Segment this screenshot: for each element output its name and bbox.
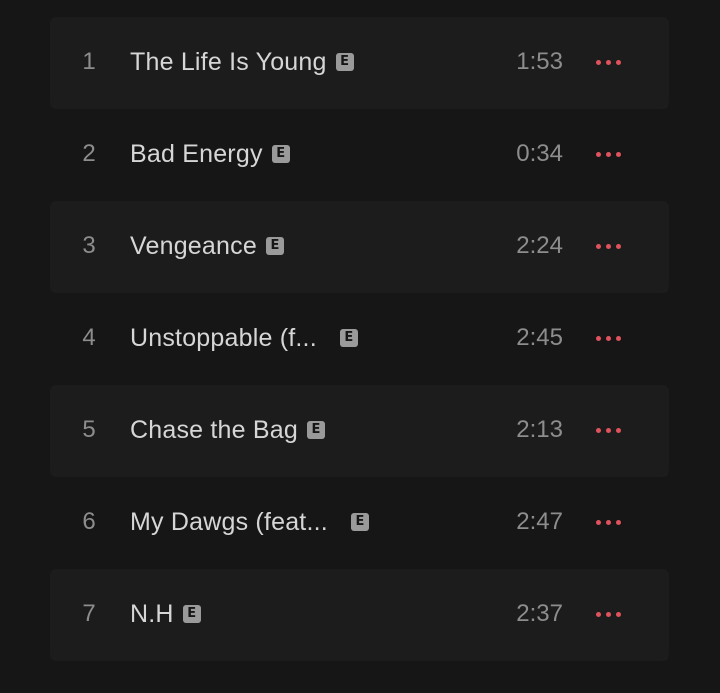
more-horizontal-icon <box>605 335 611 341</box>
tracklist: 1 The Life Is Young E 1:53 2 Bad Energy … <box>50 17 669 661</box>
track-number: 5 <box>82 416 96 443</box>
more-horizontal-icon <box>615 335 621 341</box>
track-title-group: Chase the Bag E <box>130 385 325 475</box>
track-row[interactable]: 4 Unstoppable (f... E 2:45 <box>50 293 669 385</box>
explicit-icon: E <box>335 53 354 71</box>
explicit-icon: E <box>339 329 358 347</box>
more-horizontal-icon <box>595 611 601 617</box>
more-horizontal-icon <box>615 427 621 433</box>
explicit-icon: E <box>350 513 369 531</box>
track-duration: 0:34 <box>516 140 563 167</box>
more-horizontal-icon <box>605 243 611 249</box>
track-number: 4 <box>82 324 96 351</box>
more-horizontal-icon <box>595 151 601 157</box>
track-duration: 2:47 <box>516 508 563 535</box>
track-number: 6 <box>82 508 96 535</box>
more-horizontal-icon <box>615 151 621 157</box>
track-title: My Dawgs (feat... <box>130 507 328 536</box>
track-duration: 2:45 <box>516 324 563 351</box>
track-row[interactable]: 2 Bad Energy E 0:34 <box>50 109 669 201</box>
track-row[interactable]: 7 N.H E 2:37 <box>50 569 669 661</box>
track-row[interactable]: 6 My Dawgs (feat... E 2:47 <box>50 477 669 569</box>
more-horizontal-icon <box>615 519 621 525</box>
track-row[interactable]: 3 Vengeance E 2:24 <box>50 201 669 293</box>
track-title-group: Unstoppable (f... E <box>130 293 358 383</box>
track-title: N.H <box>130 599 174 628</box>
track-title: The Life Is Young <box>130 47 327 76</box>
more-options-button[interactable] <box>588 599 628 629</box>
more-horizontal-icon <box>615 59 621 65</box>
more-horizontal-icon <box>605 427 611 433</box>
more-horizontal-icon <box>595 243 601 249</box>
more-options-button[interactable] <box>588 415 628 445</box>
track-title-group: My Dawgs (feat... E <box>130 477 369 567</box>
track-number: 2 <box>82 140 96 167</box>
explicit-icon: E <box>271 145 290 163</box>
more-options-button[interactable] <box>588 139 628 169</box>
more-options-button[interactable] <box>588 323 628 353</box>
track-row[interactable]: 5 Chase the Bag E 2:13 <box>50 385 669 477</box>
more-horizontal-icon <box>595 335 601 341</box>
track-number: 7 <box>82 600 96 627</box>
explicit-icon: E <box>182 605 201 623</box>
more-horizontal-icon <box>605 151 611 157</box>
track-duration: 2:13 <box>516 416 563 443</box>
more-horizontal-icon <box>595 427 601 433</box>
track-duration: 2:24 <box>516 232 563 259</box>
more-options-button[interactable] <box>588 231 628 261</box>
track-title: Vengeance <box>130 231 257 260</box>
track-title: Bad Energy <box>130 139 263 168</box>
more-horizontal-icon <box>605 611 611 617</box>
more-horizontal-icon <box>595 59 601 65</box>
more-options-button[interactable] <box>588 47 628 77</box>
track-title-group: Bad Energy E <box>130 109 290 199</box>
more-horizontal-icon <box>605 519 611 525</box>
more-horizontal-icon <box>595 519 601 525</box>
track-title-group: Vengeance E <box>130 201 284 291</box>
track-duration: 1:53 <box>516 48 563 75</box>
track-title-group: N.H E <box>130 569 201 659</box>
track-title: Chase the Bag <box>130 415 298 444</box>
track-duration: 2:37 <box>516 600 563 627</box>
track-title-group: The Life Is Young E <box>130 17 354 107</box>
more-options-button[interactable] <box>588 507 628 537</box>
more-horizontal-icon <box>615 243 621 249</box>
track-number: 3 <box>82 232 96 259</box>
explicit-icon: E <box>265 237 284 255</box>
more-horizontal-icon <box>605 59 611 65</box>
track-title: Unstoppable (f... <box>130 323 317 352</box>
track-number: 1 <box>82 48 96 75</box>
more-horizontal-icon <box>615 611 621 617</box>
explicit-icon: E <box>307 421 325 439</box>
track-row[interactable]: 1 The Life Is Young E 1:53 <box>50 17 669 109</box>
